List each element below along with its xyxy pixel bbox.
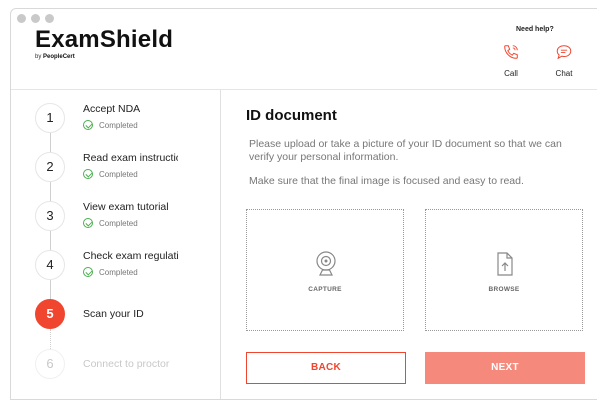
close-window-button[interactable]	[17, 14, 26, 23]
check-circle-icon	[83, 169, 93, 179]
minimize-window-button[interactable]	[31, 14, 40, 23]
call-label: Call	[504, 69, 518, 78]
back-button[interactable]: BACK	[246, 352, 406, 384]
instructions-text: Please upload or take a picture of your …	[249, 138, 562, 163]
step-number: 3	[35, 201, 65, 231]
step-status: Completed	[83, 169, 138, 179]
logo-name: ExamShield	[35, 26, 174, 53]
file-upload-icon	[497, 252, 513, 276]
step-number: 2	[35, 152, 65, 182]
browse-label: BROWSE	[488, 286, 520, 293]
app-window: ExamShield by PeopleCert Need help? Call…	[10, 8, 597, 400]
step-number: 1	[35, 103, 65, 133]
logo: ExamShield by PeopleCert	[35, 26, 174, 61]
next-button[interactable]: NEXT	[425, 352, 585, 384]
sidebar-divider	[220, 90, 221, 399]
focus-hint-text: Make sure that the final image is focuse…	[249, 175, 524, 187]
step-title: Read exam instructions	[83, 152, 178, 164]
chat-button[interactable]: Chat	[549, 43, 579, 78]
step-title: Scan your ID	[83, 308, 144, 320]
check-circle-icon	[83, 218, 93, 228]
page-title: ID document	[246, 107, 337, 124]
chat-label: Chat	[555, 69, 573, 78]
step-title: View exam tutorial	[83, 201, 169, 213]
step-status-label: Completed	[99, 170, 138, 179]
step-title: Accept NDA	[83, 103, 141, 115]
maximize-window-button[interactable]	[45, 14, 54, 23]
step-status: Completed	[83, 120, 138, 130]
step-status: Completed	[83, 267, 138, 277]
step-title: Check exam regulations	[83, 250, 178, 262]
step-number: 4	[35, 250, 65, 280]
capture-label: CAPTURE	[308, 286, 342, 293]
step-status-label: Completed	[99, 268, 138, 277]
step-status-label: Completed	[99, 219, 138, 228]
step-status: Completed	[83, 218, 138, 228]
browse-option[interactable]: BROWSE	[425, 209, 583, 331]
logo-byline: by PeopleCert	[35, 54, 173, 60]
call-button[interactable]: Call	[496, 43, 526, 78]
header-divider	[11, 89, 597, 90]
help-title: Need help?	[516, 26, 554, 33]
check-circle-icon	[83, 120, 93, 130]
step-number: 5	[35, 299, 65, 329]
step-status-label: Completed	[99, 121, 138, 130]
phone-icon	[504, 45, 518, 59]
step-title: Connect to proctor	[83, 358, 170, 370]
check-circle-icon	[83, 267, 93, 277]
webcam-icon	[316, 251, 336, 276]
step-number: 6	[35, 349, 65, 379]
capture-option[interactable]: CAPTURE	[246, 209, 404, 331]
logo-by-text: by	[35, 54, 42, 60]
logo-company: PeopleCert	[43, 54, 75, 60]
chat-icon	[556, 45, 572, 60]
